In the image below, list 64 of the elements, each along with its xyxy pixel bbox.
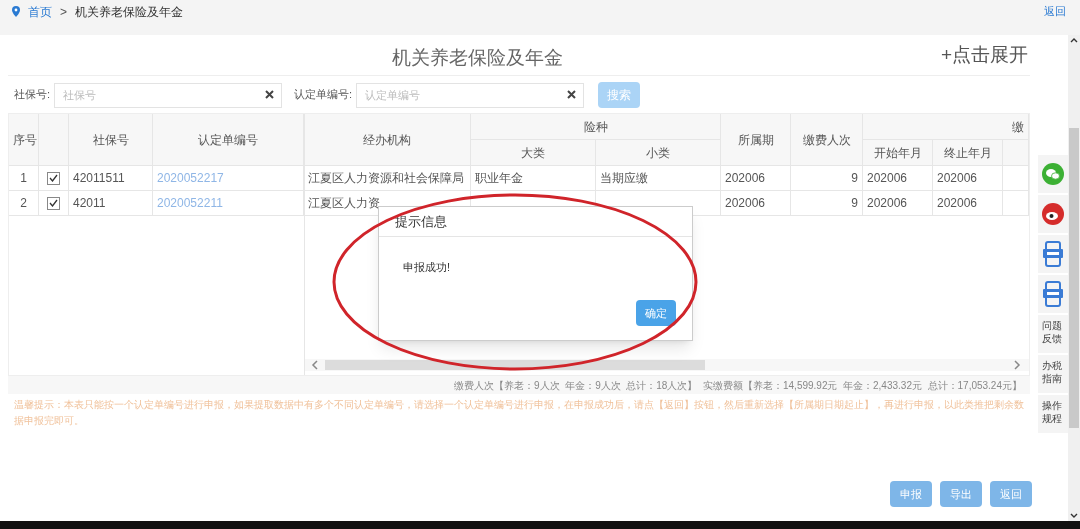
clear-icon[interactable] <box>567 90 577 99</box>
column-header: 开始年月 <box>863 140 933 166</box>
table-cell: 202006 <box>933 191 1003 216</box>
table-cell: 1 <box>9 166 39 191</box>
column-header: 终止年月 <box>933 140 1003 166</box>
table-cell: 9 <box>791 166 863 191</box>
scroll-down-icon[interactable] <box>1070 513 1078 519</box>
table-cell: 9 <box>791 191 863 216</box>
dialog-title: 提示信息 <box>379 207 692 237</box>
sidebar-link[interactable]: 操作规程 <box>1038 395 1068 433</box>
table-cell: 2020052211 <box>153 191 304 216</box>
column-header: 缴 <box>863 114 1029 140</box>
scroll-left-icon[interactable] <box>311 360 319 370</box>
table-cell: 2020052217 <box>153 166 304 191</box>
column-header: 序号 <box>9 114 39 166</box>
column-header: 缴费人次 <box>791 114 863 166</box>
table-cell: 202006 <box>933 166 1003 191</box>
table-cell: 202006 <box>721 191 791 216</box>
expand-link[interactable]: +点击展开 <box>940 40 1028 70</box>
confirm-button[interactable]: 确定 <box>636 300 676 326</box>
sidebar-button[interactable] <box>1038 155 1068 193</box>
breadcrumb-separator: > <box>60 4 67 21</box>
column-header: 险种 <box>471 114 721 140</box>
table-cell: 202006 <box>863 166 933 191</box>
row-checkbox[interactable] <box>47 196 60 210</box>
filter-label: 社保号: <box>14 87 51 103</box>
sidebar-button[interactable] <box>1038 275 1068 313</box>
summary-text: 缴费人次【养老：9人次 年金：9人次 总计：18人次】 实缴费额【养老：14,599.92元 年金：2,433.32元 总计：17,053.24元】 <box>454 378 1022 393</box>
location-pin-icon <box>12 6 20 17</box>
dialog-message: 申报成功! <box>402 260 452 275</box>
sidebar-link[interactable]: 问题反馈 <box>1038 315 1068 353</box>
chat-bubbles-icon[interactable] <box>1042 163 1064 185</box>
table-cell: 江夏区人力资源和社会保障局 <box>304 166 471 191</box>
checkmark-icon <box>49 199 58 207</box>
table-cell: 202006 <box>863 191 933 216</box>
row-checkbox[interactable] <box>47 171 60 185</box>
breadcrumb-current: 机关养老保险及年金 <box>75 4 183 21</box>
vertical-scrollbar[interactable] <box>1068 35 1080 521</box>
scroll-up-icon[interactable] <box>1070 37 1078 43</box>
column-header: 大类 <box>471 140 596 166</box>
column-header: 经办机构 <box>304 114 471 166</box>
clear-icon[interactable] <box>265 90 275 99</box>
home-link[interactable]: 首页 <box>28 3 52 21</box>
page-title: 机关养老保险及年金 <box>392 46 563 70</box>
table-cell: 42011 <box>69 191 153 216</box>
back-link[interactable]: 返回 <box>1044 3 1066 20</box>
filter-label: 认定单编号: <box>294 87 353 103</box>
sidebar-button[interactable] <box>1038 195 1068 233</box>
table-cell: 202006 <box>721 166 791 191</box>
column-header: 认定单编号 <box>153 114 304 166</box>
table-cell: 职业年金 <box>471 166 596 191</box>
table-cell: 42011511 <box>69 166 153 191</box>
column-header: 所属期 <box>721 114 791 166</box>
sidebar-link[interactable]: 办税指南 <box>1038 355 1068 393</box>
column-header: 社保号 <box>69 114 153 166</box>
column-header: 小类 <box>596 140 721 166</box>
table-cell: 当期应缴 <box>596 166 721 191</box>
sidebar-button[interactable] <box>1038 235 1068 273</box>
phone-app-icon[interactable] <box>1043 241 1063 267</box>
eye-logo-icon[interactable] <box>1042 203 1064 225</box>
scroll-right-icon[interactable] <box>1013 360 1021 370</box>
phone-app-icon[interactable] <box>1043 281 1063 307</box>
checkmark-icon <box>49 174 58 182</box>
table-cell: 2 <box>9 191 39 216</box>
